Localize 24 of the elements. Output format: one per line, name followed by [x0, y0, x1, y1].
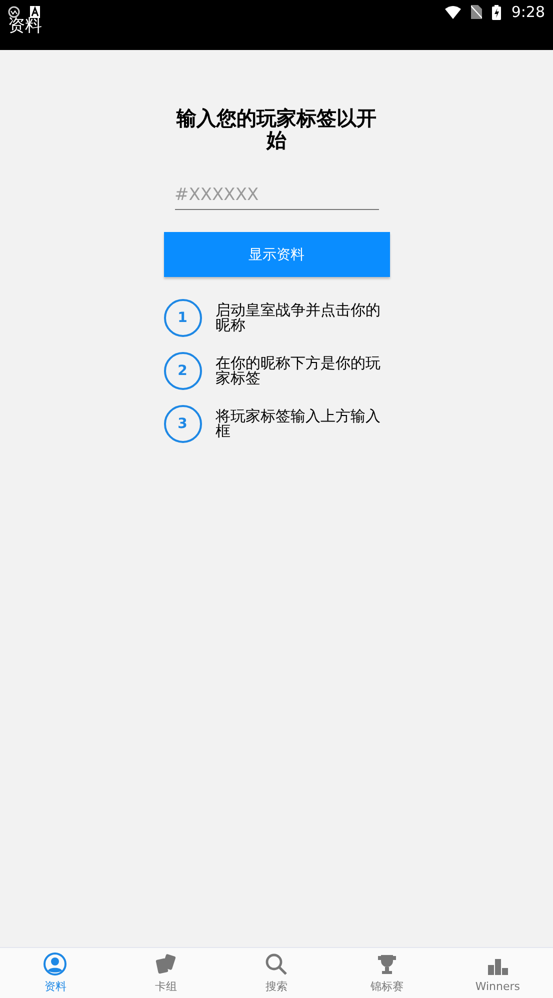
tab[interactable]: Winners: [442, 948, 553, 998]
battery-icon: [492, 4, 502, 20]
step-text: 将玩家标签输入上方输入框: [216, 409, 382, 439]
step-number: 3: [164, 405, 202, 443]
input-field[interactable]: #XXXXXX: [174, 181, 378, 210]
no-sim-icon: [471, 5, 482, 19]
cards-icon: [154, 952, 178, 976]
show-profile-button[interactable]: 显示资料: [164, 232, 390, 277]
tab[interactable]: 资料: [0, 948, 111, 998]
step-number: 1: [164, 299, 202, 337]
keyboard-icon: [30, 6, 40, 18]
screen-title: 资料: [8, 15, 42, 37]
step-text: 启动皇室战争并点击你的昵称: [216, 303, 382, 333]
profile-icon: [43, 952, 68, 976]
step-text: 在你的昵称下方是你的玩家标签: [216, 356, 382, 386]
heading: 输入您的玩家标签以开始: [175, 107, 378, 151]
search-icon: [264, 952, 288, 976]
clock-time: 9:28: [511, 3, 545, 21]
tab[interactable]: 卡组: [110, 948, 222, 998]
step-number: 2: [164, 352, 202, 390]
tab[interactable]: 锦标赛: [332, 948, 442, 998]
tab[interactable]: 搜索: [221, 948, 332, 998]
notification-icon: [8, 6, 20, 18]
wifi-icon: [445, 6, 462, 18]
